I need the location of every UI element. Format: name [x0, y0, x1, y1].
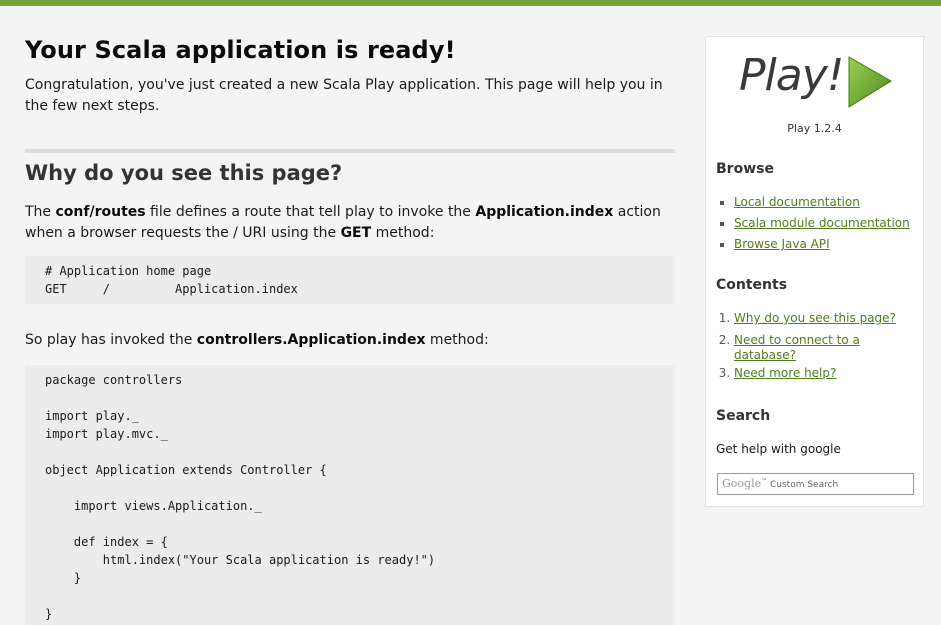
routes-file: conf/routes: [55, 204, 146, 220]
http-method: GET: [340, 225, 372, 241]
search-placeholder: Custom Search: [769, 480, 839, 490]
list-item: Need to connect to a database?: [734, 329, 904, 363]
google-search-input[interactable]: Google™ Custom Search: [717, 473, 914, 495]
local-documentation-link[interactable]: Local documentation: [734, 195, 860, 209]
text: file defines a route that tell play to i…: [145, 204, 476, 220]
list-item: Why do you see this page?: [734, 308, 904, 329]
play-version: Play 1.2.4: [787, 122, 842, 135]
browse-list: Local documentation Scala module documen…: [716, 192, 910, 255]
controller-method: controllers.Application.index: [196, 332, 426, 348]
intro-text: Congratulation, you've just created a ne…: [25, 77, 663, 114]
controller-code-block: package controllers import play._ import…: [25, 365, 675, 625]
main-content: Your Scala application is ready! Congrat…: [25, 36, 677, 625]
list-item: Browse Java API: [734, 234, 910, 255]
toc-help-link[interactable]: Need more help?: [734, 366, 836, 380]
trademark-mark: ™: [761, 478, 768, 485]
play-triangle-icon: [848, 56, 892, 108]
play-logo-text: Play!: [739, 50, 844, 101]
google-wordmark: Google: [722, 477, 762, 490]
list-item: Need more help?: [734, 363, 904, 384]
search-help-text: Get help with google: [716, 442, 841, 456]
action-name: Application.index: [475, 204, 614, 220]
text: method:: [425, 332, 489, 348]
list-item: Local documentation: [734, 192, 910, 213]
toc-database-link[interactable]: Need to connect to a database?: [734, 333, 860, 362]
text: The: [25, 204, 56, 220]
page-title: Your Scala application is ready!: [25, 36, 456, 64]
search-heading: Search: [716, 408, 771, 424]
browse-heading: Browse: [716, 161, 774, 177]
contents-list: Why do you see this page? Need to connec…: [716, 308, 904, 384]
contents-heading: Contents: [716, 277, 788, 293]
text: method:: [371, 225, 435, 241]
routes-code-block: # Application home page GET / Applicatio…: [25, 256, 675, 304]
section-divider: [25, 149, 675, 153]
top-accent-bar: [0, 0, 941, 6]
play-logo: Play!: [739, 51, 899, 115]
routes-paragraph: The conf/routes file defines a route tha…: [25, 202, 677, 244]
sidebar: Play! Play 1.2.4 Browse Local documentat…: [705, 36, 924, 507]
controller-paragraph: So play has invoked the controllers.Appl…: [25, 330, 677, 351]
browse-java-api-link[interactable]: Browse Java API: [734, 237, 830, 251]
section-title: Why do you see this page?: [25, 161, 343, 185]
text: So play has invoked the: [25, 332, 197, 348]
list-item: Scala module documentation: [734, 213, 910, 234]
toc-why-link[interactable]: Why do you see this page?: [734, 311, 896, 325]
scala-module-documentation-link[interactable]: Scala module documentation: [734, 216, 910, 230]
